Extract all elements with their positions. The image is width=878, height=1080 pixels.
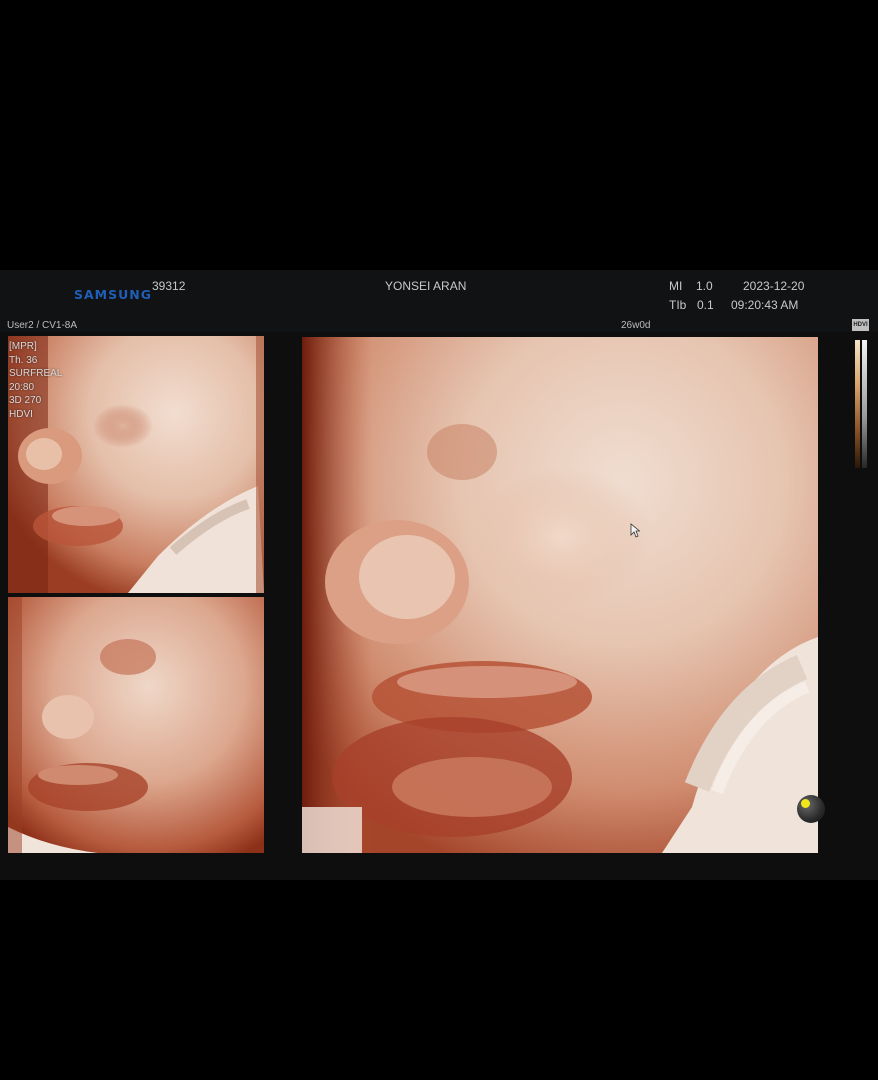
patient-id: 39312 (152, 279, 186, 293)
ultrasound-screen: SAMSUNG 39312 YONSEI ARAN MI 1.0 TIb 0.1… (0, 270, 878, 880)
mi-label: MI (669, 279, 683, 293)
exam-time: 09:20:43 AM (731, 298, 799, 312)
param-threshold: Th. 36 (9, 354, 38, 366)
param-hdvi: HDVI (9, 408, 33, 420)
param-3d-angle: 3D 270 (9, 395, 42, 406)
exam-date: 2023-12-20 (743, 279, 805, 293)
institution-name: YONSEI ARAN (385, 279, 467, 293)
mouse-pointer-icon (630, 523, 640, 538)
brand-logo: SAMSUNG (74, 287, 152, 302)
main-3d-view[interactable] (302, 337, 818, 853)
param-mix: 20:80 (9, 381, 35, 393)
fetal-face-render-main (302, 337, 818, 853)
gestational-age: 26w0d (621, 320, 651, 331)
acquisition-parameters: [MPR] Th. 36 SURFREAL 20:80 3D 270 HDVI (9, 340, 62, 421)
mpr-view-bottom[interactable] (8, 597, 264, 853)
fetal-face-render-bottom (8, 597, 264, 853)
color-map-bar (855, 340, 860, 468)
param-render-mode: SURFREAL (9, 368, 63, 379)
hdvi-badge: HDVI (852, 319, 869, 331)
param-mode: [MPR] (9, 341, 37, 352)
trackball-indicator-icon (797, 795, 825, 823)
tib-label: TIb (669, 298, 687, 312)
mi-value: 1.0 (696, 279, 713, 293)
trackball-active-dot (801, 799, 810, 808)
user-probe-label: User2 / CV1-8A (7, 320, 78, 331)
tib-value: 0.1 (697, 298, 714, 312)
gray-map-bar (862, 340, 867, 468)
